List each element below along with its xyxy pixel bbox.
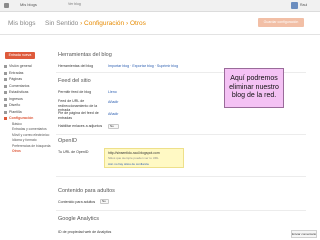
blog-tools-links[interactable]: Importar blog · Exportar blog · Suprimir… bbox=[108, 64, 178, 68]
adult-content-select[interactable]: No bbox=[100, 199, 109, 204]
attachments-select[interactable]: No bbox=[108, 124, 119, 129]
feed-row-value[interactable]: Añadir bbox=[108, 100, 118, 104]
apps-icon[interactable] bbox=[4, 3, 9, 8]
openid-label: Tu URL de OpenID bbox=[58, 150, 89, 154]
breadcrumb-blog[interactable]: Sin Sentido bbox=[45, 20, 78, 27]
new-post-button[interactable]: Entrada nueva bbox=[5, 52, 35, 59]
analytics-label: ID de propiedad web de Analytics bbox=[58, 230, 112, 234]
breadcrumb: Sin Sentido › Configuración › Otros bbox=[45, 20, 146, 27]
openid-url: http://sinsentido-raul.blogspot.com bbox=[108, 151, 160, 155]
trusted-sites-link[interactable]: Aún no hay sitios de confianza bbox=[108, 162, 149, 166]
section-title-analytics: Google Analytics bbox=[58, 216, 99, 222]
breadcrumb-subsection: Otros bbox=[129, 20, 146, 27]
adult-content-label: Contenido para adultos bbox=[58, 200, 96, 204]
openid-box: http://sinsentido-raul.blogspot.com Siti… bbox=[104, 148, 184, 168]
username[interactable]: Raul bbox=[300, 3, 307, 7]
divider bbox=[56, 134, 306, 135]
feedback-button[interactable]: Enviar comentarios bbox=[291, 230, 317, 238]
top-bar: Mis blogs Ver blog Raul bbox=[0, 0, 320, 12]
my-blogs-link[interactable]: Mis blogs bbox=[8, 20, 35, 27]
posts-icon bbox=[4, 71, 7, 75]
sidebar-nav: Visión general Entradas Páginas Comentar… bbox=[0, 63, 51, 155]
feed-row-value[interactable]: Lleno bbox=[108, 90, 117, 94]
section-title-adult-content: Contenido para adultos bbox=[58, 188, 115, 194]
comments-icon bbox=[4, 84, 7, 88]
settings-icon bbox=[4, 117, 7, 120]
template-icon bbox=[4, 110, 7, 114]
avatar[interactable] bbox=[291, 2, 298, 9]
view-blog-link[interactable]: Ver blog bbox=[68, 2, 81, 6]
feed-row-value[interactable]: Añadir bbox=[108, 112, 118, 116]
feed-row-label: Permitir feed de blog bbox=[58, 90, 92, 94]
blog-tools-label: Herramientas del blog bbox=[58, 64, 94, 68]
openid-note: Sitios que siempre pueden ver tu URL bbox=[108, 156, 159, 160]
feed-row-label: Habilitar enlaces a adjuntos bbox=[58, 124, 103, 128]
earnings-icon bbox=[4, 97, 7, 101]
sidebar-subitem-other[interactable]: Otros bbox=[0, 149, 44, 155]
top-blog-link[interactable]: Mis blogs bbox=[20, 2, 37, 7]
section-title-openid: OpenID bbox=[58, 138, 77, 144]
feed-row-label: Pie de página del feed de entradas bbox=[58, 111, 99, 120]
layout-icon bbox=[4, 104, 7, 107]
breadcrumb-section[interactable]: Configuración bbox=[84, 20, 124, 27]
pages-icon bbox=[4, 78, 7, 81]
annotation-text: Aquí podremos eliminar nuestro blog de l… bbox=[229, 75, 279, 100]
save-settings-button[interactable]: Guardar configuración bbox=[258, 18, 304, 27]
annotation-callout: Aquí podremos eliminar nuestro blog de l… bbox=[224, 68, 284, 108]
section-title-blog-tools: Herramientas del blog bbox=[58, 52, 112, 58]
page-header: Mis blogs Sin Sentido › Configuración › … bbox=[0, 12, 320, 35]
sidebar: Entrada nueva Visión general Entradas Pá… bbox=[0, 36, 51, 240]
main-content: Herramientas del blog Herramientas del b… bbox=[48, 36, 318, 240]
section-title-site-feed: Feed del sitio bbox=[58, 78, 91, 84]
divider bbox=[56, 176, 306, 177]
stats-icon bbox=[4, 91, 7, 94]
overview-icon bbox=[4, 65, 7, 68]
divider bbox=[56, 210, 306, 211]
